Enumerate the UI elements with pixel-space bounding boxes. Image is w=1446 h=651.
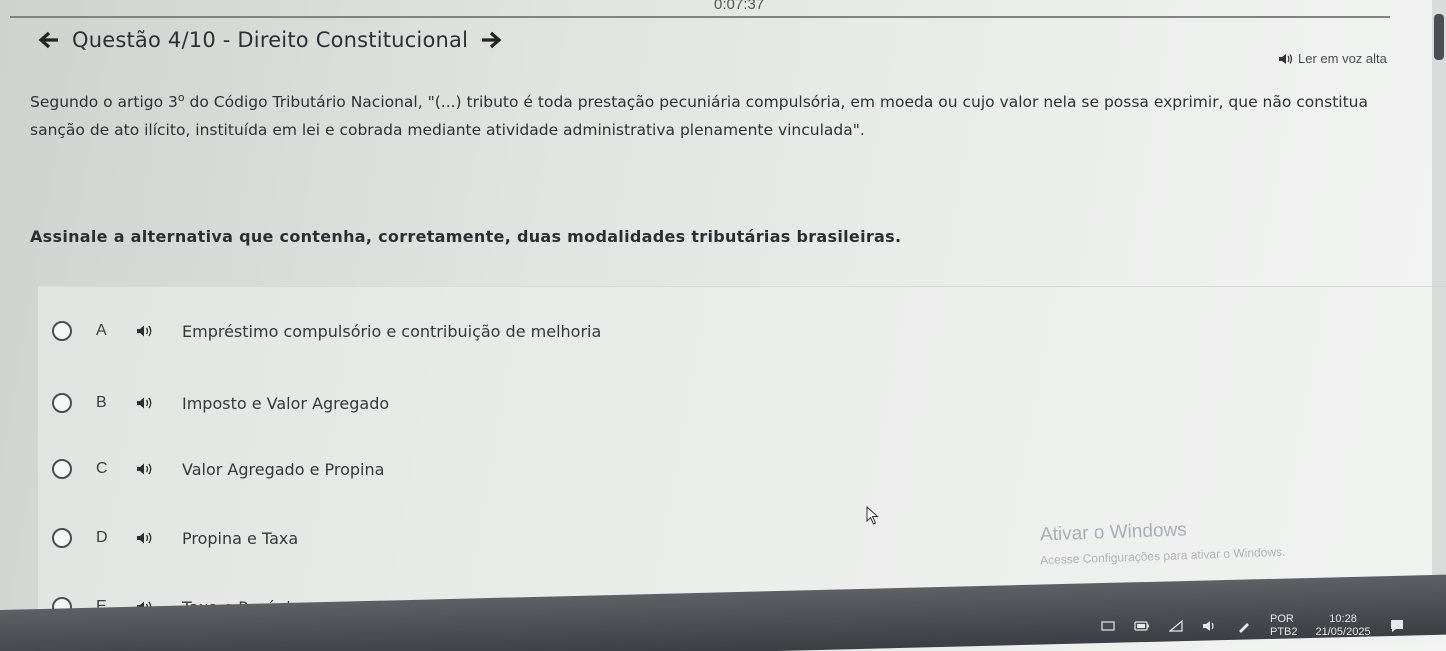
scrollbar[interactable] bbox=[1432, 0, 1446, 610]
header: Questão 4/10 - Direito Constitucional bbox=[36, 26, 504, 54]
battery-icon[interactable] bbox=[1134, 619, 1150, 633]
input-language[interactable]: POR PTB2 bbox=[1270, 613, 1298, 639]
question-text-start: Segundo o artigo 3 bbox=[30, 93, 178, 112]
question-superscript: o bbox=[177, 91, 185, 104]
system-tray: POR PTB2 10:28 21/05/2025 bbox=[1100, 606, 1405, 646]
alternative-text: Imposto e Valor Agregado bbox=[182, 393, 390, 413]
clock[interactable]: 10:28 21/05/2025 bbox=[1316, 613, 1371, 639]
speaker-icon[interactable] bbox=[136, 322, 158, 340]
question-text: Segundo o artigo 3o do Código Tributário… bbox=[30, 84, 1390, 144]
read-aloud-button[interactable]: Ler em voz alta bbox=[1278, 51, 1387, 66]
quiz-page: 0:07:37 Questão 4/10 - Direito Constituc… bbox=[0, 0, 1446, 651]
question-text-rest: do Código Tributário Nacional, "(...) tr… bbox=[30, 93, 1368, 140]
alternative-d[interactable]: D Propina e Taxa bbox=[52, 521, 298, 555]
network-icon[interactable] bbox=[1168, 619, 1184, 633]
clock-time: 10:28 bbox=[1329, 613, 1357, 625]
alternative-letter: C bbox=[96, 460, 108, 477]
alternative-text: Valor Agregado e Propina bbox=[182, 459, 385, 479]
notification-icon[interactable] bbox=[1100, 619, 1116, 633]
radio-button[interactable] bbox=[52, 459, 72, 479]
keyboard-layout: PTB2 bbox=[1270, 626, 1298, 638]
page-title: Questão 4/10 - Direito Constitucional bbox=[72, 28, 469, 52]
alternative-letter: A bbox=[96, 322, 107, 339]
alternative-text: Propina e Taxa bbox=[182, 528, 299, 548]
alternative-letter: D bbox=[96, 529, 108, 546]
volume-icon[interactable] bbox=[1202, 619, 1218, 633]
speaker-icon bbox=[1279, 53, 1293, 64]
alternative-c[interactable]: C Valor Agregado e Propina bbox=[52, 452, 384, 486]
timer: 0:07:37 bbox=[714, 0, 765, 13]
mouse-cursor-icon bbox=[866, 506, 879, 525]
scrollbar-thumb[interactable] bbox=[1434, 14, 1444, 60]
alternative-letter: B bbox=[96, 394, 107, 411]
arrow-right-icon bbox=[482, 31, 502, 49]
radio-button[interactable] bbox=[52, 321, 72, 341]
alternative-text: Empréstimo compulsório e contribuição de… bbox=[182, 321, 602, 341]
action-center-icon[interactable] bbox=[1389, 619, 1405, 633]
alternative-a[interactable]: A Empréstimo compulsório e contribuição … bbox=[52, 314, 601, 348]
pen-icon[interactable] bbox=[1236, 619, 1252, 633]
language-code: POR bbox=[1270, 613, 1294, 625]
radio-button[interactable] bbox=[52, 393, 72, 413]
previous-question-button[interactable] bbox=[36, 27, 62, 53]
alternative-b[interactable]: B Imposto e Valor Agregado bbox=[52, 386, 389, 420]
speaker-icon[interactable] bbox=[136, 529, 158, 547]
instruction: Assinale a alternativa que contenha, cor… bbox=[30, 227, 902, 246]
speaker-icon[interactable] bbox=[136, 394, 158, 412]
read-aloud-label: Ler em voz alta bbox=[1298, 51, 1387, 66]
clock-date: 21/05/2025 bbox=[1315, 626, 1371, 638]
arrow-left-icon bbox=[38, 31, 58, 49]
speaker-icon[interactable] bbox=[136, 460, 158, 478]
divider bbox=[10, 16, 1390, 18]
radio-button[interactable] bbox=[52, 528, 72, 548]
next-question-button[interactable] bbox=[478, 27, 504, 53]
